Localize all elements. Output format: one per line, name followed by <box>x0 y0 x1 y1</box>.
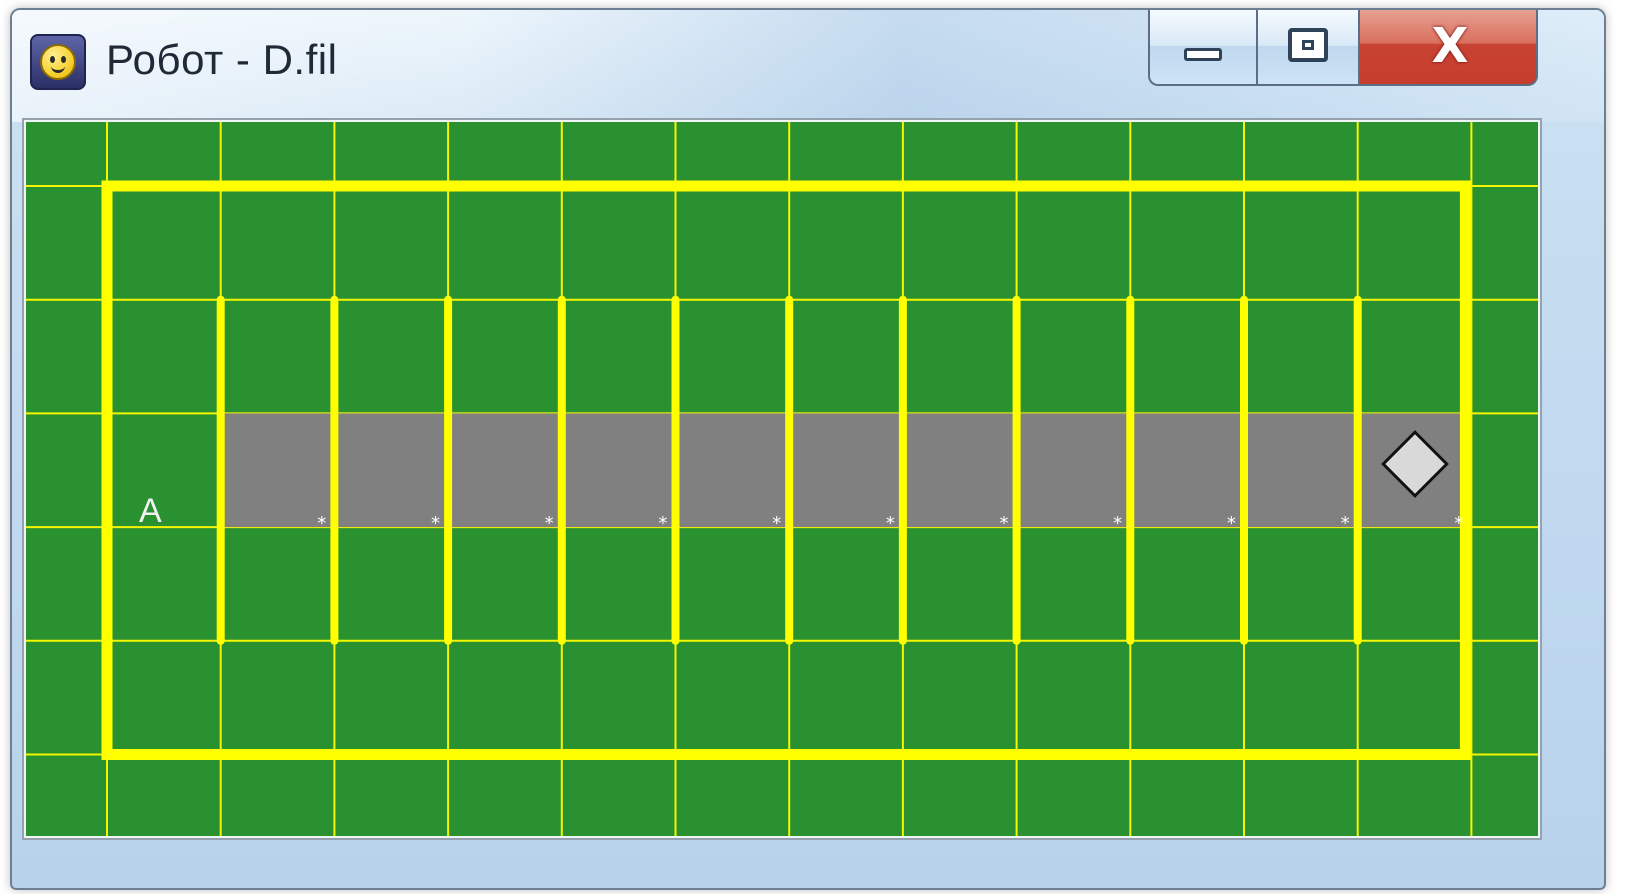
minimize-button[interactable] <box>1148 10 1256 86</box>
painted-corridor <box>220 413 1468 528</box>
maximize-button[interactable] <box>1256 10 1358 86</box>
title-bar[interactable]: Робот - D.fil X <box>12 10 1604 122</box>
maximize-icon <box>1288 28 1328 62</box>
close-button[interactable]: X <box>1358 10 1538 86</box>
smiley-icon <box>30 34 86 90</box>
window-title: Робот - D.fil <box>106 36 338 83</box>
robot-window: Робот - D.fil X A * * * * * * * * * * * <box>10 8 1606 890</box>
minimize-icon <box>1184 48 1222 61</box>
close-icon: X <box>1431 18 1469 74</box>
smiley-face <box>40 44 76 80</box>
board-canvas <box>26 122 1538 836</box>
window-controls: X <box>1148 10 1538 86</box>
robot-board: A * * * * * * * * * * * <box>22 118 1542 840</box>
smiley-mouth <box>51 60 65 73</box>
board-label-a: A <box>139 492 162 530</box>
